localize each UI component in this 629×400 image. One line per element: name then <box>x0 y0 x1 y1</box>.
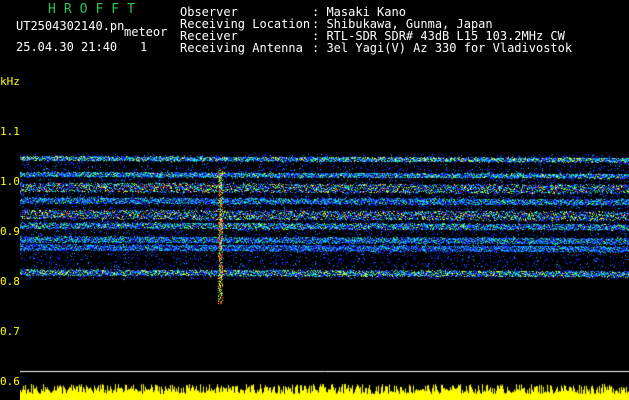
datetime: 25.04.30 21:40 <box>16 40 118 54</box>
y-tick-label: 0.9 <box>0 225 20 238</box>
filename-suffix: meteor <box>124 25 168 39</box>
y-tick-label: 1.0 <box>0 175 20 188</box>
counter: 1 <box>140 40 148 54</box>
y-tick-label: 1.1 <box>0 125 20 138</box>
filename: UT2504302140.pn <box>16 19 125 33</box>
spectrogram-canvas <box>20 74 629 400</box>
y-tick-label: 0.7 <box>0 325 20 338</box>
brand-title: HROFFT <box>48 2 143 17</box>
header-panel: HROFFT UT2504302140.pn meteor 25.04.30 2… <box>0 0 629 72</box>
y-tick-label: 0.6 <box>0 375 20 388</box>
spectrogram-plot <box>20 74 629 400</box>
antenna-value: : 3el Yagi(V) Az 330 for Vladivostok <box>312 41 573 55</box>
y-unit-label: kHz <box>0 75 20 88</box>
antenna-label: Receiving Antenna <box>180 41 303 55</box>
y-tick-label: 0.8 <box>0 275 20 288</box>
